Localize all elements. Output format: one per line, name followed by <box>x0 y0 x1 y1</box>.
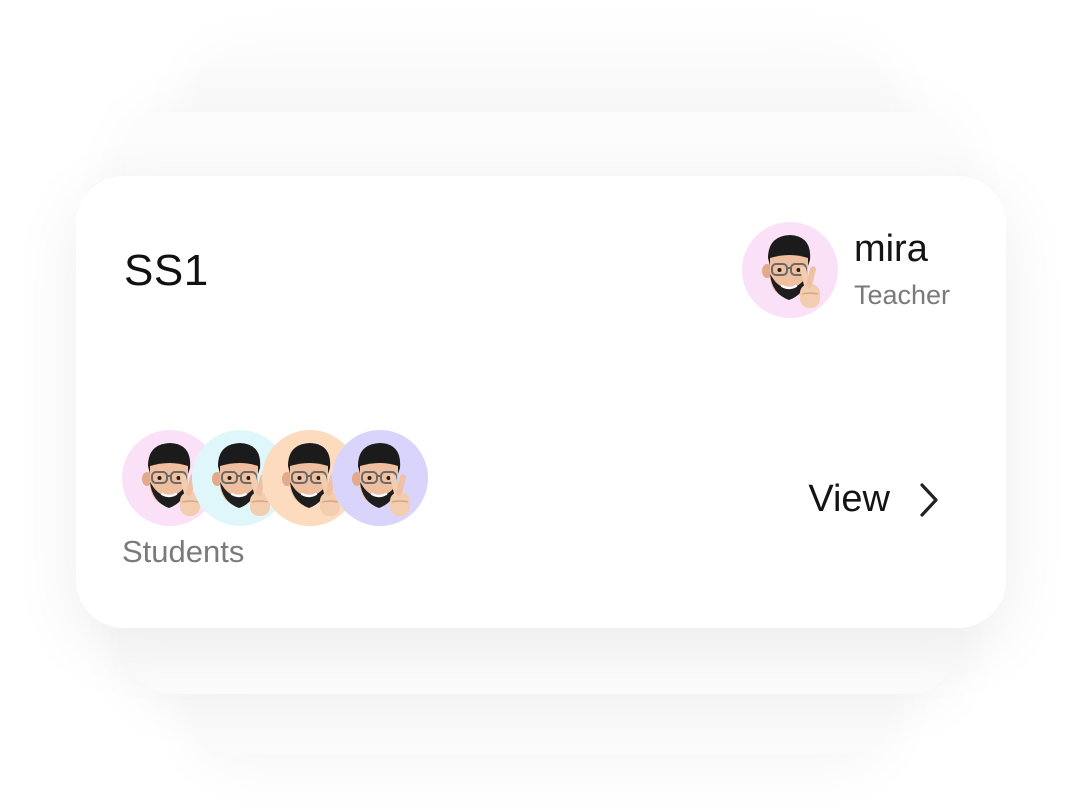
class-title: SS1 <box>124 246 209 295</box>
memoji-avatar-icon <box>761 235 820 308</box>
teacher-role: Teacher <box>853 280 950 311</box>
teacher-text: mira Teacher <box>853 227 950 312</box>
memoji-avatar-icon <box>352 443 410 516</box>
teacher-name: mira <box>853 227 928 270</box>
teacher-avatar <box>741 222 838 318</box>
card-stack: SS1 mira Teacher Students View <box>0 0 1080 812</box>
student-avatars <box>122 430 428 526</box>
chevron-right-icon <box>920 482 938 517</box>
view-label: View <box>808 478 890 520</box>
students-label: Students <box>122 534 245 569</box>
class-card[interactable]: SS1 mira Teacher Students View <box>76 176 1006 628</box>
student-avatar <box>332 430 428 526</box>
view-button[interactable]: View <box>808 478 944 521</box>
teacher-info: mira Teacher <box>741 222 950 318</box>
students-group: Students <box>122 430 428 570</box>
